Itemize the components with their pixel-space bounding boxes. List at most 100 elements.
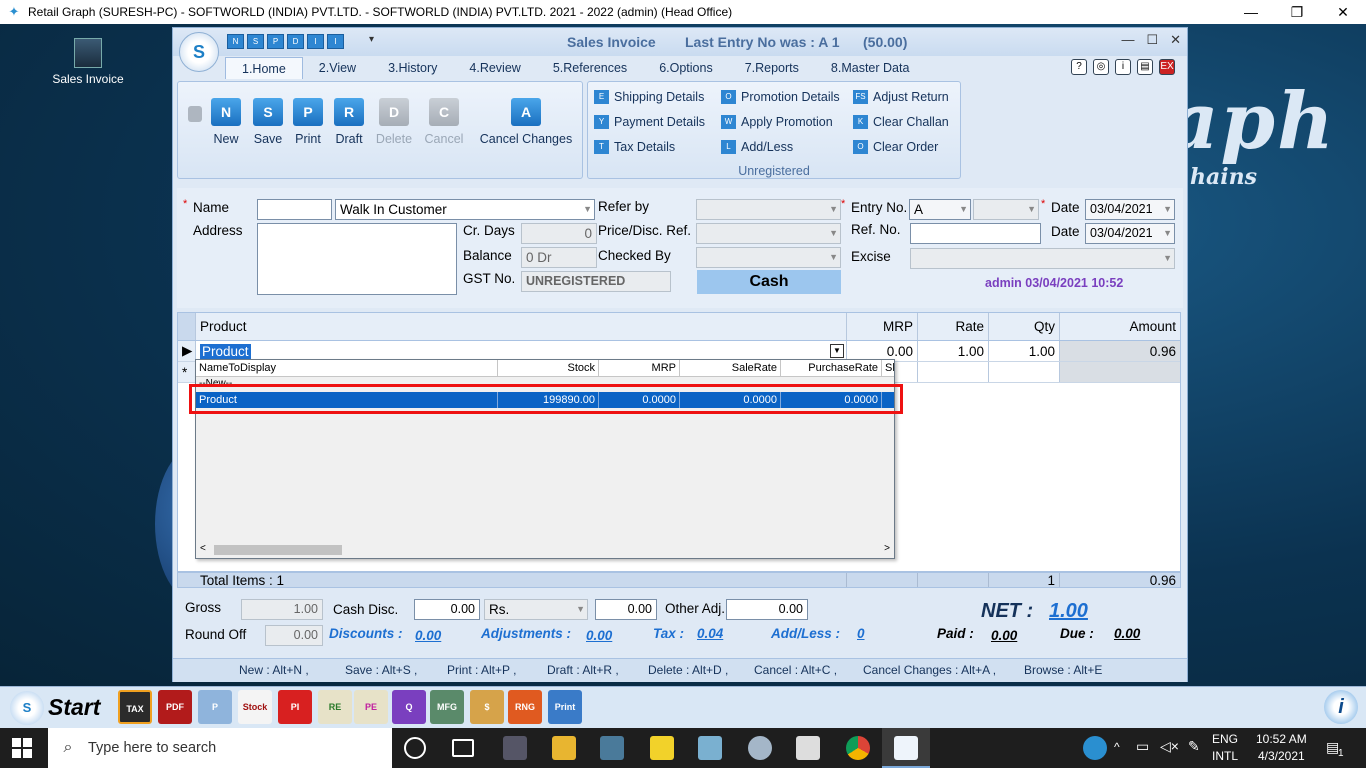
invoice-minimize-button[interactable]: — — [1121, 32, 1134, 48]
volume-muted-icon[interactable]: ◁× — [1160, 738, 1179, 755]
save-button[interactable]: S Save — [250, 98, 286, 146]
printer-tool-icon[interactable]: Print — [548, 690, 582, 724]
clear-order-link[interactable]: O Clear Order — [853, 140, 938, 154]
cancel-changes-button[interactable]: A Cancel Changes — [476, 98, 576, 146]
network-icon[interactable]: ▭ — [1136, 738, 1149, 755]
pe-tool-icon[interactable]: PE — [354, 690, 388, 724]
col-mrp[interactable]: MRP — [847, 313, 918, 340]
invoice-date-field[interactable]: 03/04/2021 ▼ — [1085, 199, 1175, 220]
tab-view[interactable]: 2.View — [303, 57, 372, 79]
product-cell[interactable]: Product ▼ — [196, 341, 847, 361]
tools-app-icon[interactable] — [503, 736, 527, 760]
qa-save-icon[interactable]: S — [247, 34, 264, 49]
chevron-down-icon[interactable]: ▼ — [583, 200, 592, 219]
desktop-shortcut-sales-invoice[interactable]: Sales Invoice — [50, 38, 126, 86]
checked-by-field[interactable]: ▼ — [696, 247, 841, 268]
new-rate-cell[interactable] — [918, 362, 989, 382]
col-rate[interactable]: Rate — [918, 313, 989, 340]
other-adj-field[interactable]: 0.00 — [726, 599, 808, 620]
ref-no-field[interactable] — [910, 223, 1041, 244]
address-field[interactable] — [257, 223, 457, 295]
chevron-down-icon[interactable]: ▼ — [576, 600, 585, 619]
exit-icon[interactable]: EX — [1159, 59, 1175, 75]
adjust-return-link[interactable]: FS Adjust Return — [853, 90, 949, 104]
col-product[interactable]: Product — [196, 313, 847, 340]
refer-by-field[interactable]: ▼ — [696, 199, 841, 220]
cash-disc-percent-field[interactable]: 0.00 — [414, 599, 480, 620]
popup-col-sale-rate[interactable]: SaleRate — [680, 360, 781, 376]
file-explorer-icon[interactable] — [552, 736, 576, 760]
tax-tool-icon[interactable]: TAX — [118, 690, 152, 724]
popup-horizontal-scrollbar[interactable]: < > — [196, 542, 894, 558]
popup-col-sh[interactable]: Sh — [882, 360, 894, 376]
popup-col-purchase-rate[interactable]: PurchaseRate — [781, 360, 882, 376]
excise-field[interactable]: ▼ — [910, 248, 1175, 269]
chevron-down-icon[interactable]: ▼ — [959, 200, 968, 219]
entry-series-field[interactable]: A ▼ — [909, 199, 971, 220]
customer-code-field[interactable] — [257, 199, 332, 220]
chevron-down-icon[interactable]: ▼ — [1163, 200, 1172, 219]
chevron-up-icon[interactable]: ^ — [1114, 740, 1120, 754]
start-logo-icon[interactable]: S — [10, 691, 44, 725]
qa-info-icon[interactable]: I — [307, 34, 324, 49]
purchase-tool-icon[interactable]: P — [198, 690, 232, 724]
help-tray-icon[interactable] — [1083, 736, 1107, 760]
draft-button[interactable]: R Draft — [331, 98, 367, 146]
chat-icon[interactable] — [796, 736, 820, 760]
taskbar-search-box[interactable]: ⌕ Type here to search — [48, 728, 392, 768]
popup-col-name[interactable]: NameToDisplay — [196, 360, 498, 376]
scroll-thumb[interactable] — [214, 545, 342, 555]
calculator-icon[interactable] — [600, 736, 624, 760]
tab-history[interactable]: 3.History — [372, 57, 453, 79]
print-button[interactable]: P Print — [290, 98, 326, 146]
new-button[interactable]: N New — [208, 98, 244, 146]
support-icon[interactable]: ◎ — [1093, 59, 1109, 75]
chevron-down-icon[interactable]: ▼ — [830, 344, 844, 358]
delete-button[interactable]: D Delete — [372, 98, 416, 146]
help-icon[interactable]: ? — [1071, 59, 1087, 75]
entry-number-field[interactable]: ▼ — [973, 199, 1039, 220]
tax-link[interactable]: Tax : — [653, 626, 684, 641]
chevron-down-icon[interactable]: ▼ — [829, 224, 838, 243]
cr-days-field[interactable]: 0 — [521, 223, 597, 244]
chrome-icon[interactable] — [846, 736, 870, 760]
adjustments-link[interactable]: Adjustments : — [481, 626, 571, 641]
manufacturing-tool-icon[interactable]: MFG — [430, 690, 464, 724]
info-icon[interactable]: i — [1115, 59, 1131, 75]
popup-col-stock[interactable]: Stock — [498, 360, 599, 376]
task-view-icon[interactable] — [452, 739, 474, 757]
tab-master-data[interactable]: 8.Master Data — [815, 57, 926, 79]
paint-icon[interactable] — [748, 736, 772, 760]
minimize-button[interactable]: — — [1228, 0, 1274, 24]
discounts-link[interactable]: Discounts : — [329, 626, 403, 641]
language-indicator[interactable]: ENG INTL — [1212, 731, 1238, 765]
qa-customize-icon[interactable]: ▾ — [369, 34, 374, 45]
currency-select[interactable]: Rs. ▼ — [484, 599, 588, 620]
cortana-icon[interactable] — [404, 737, 426, 759]
col-qty[interactable]: Qty — [989, 313, 1060, 340]
start-button[interactable]: Start — [48, 694, 100, 721]
qa-new-icon[interactable]: N — [227, 34, 244, 49]
maximize-button[interactable]: ❐ — [1274, 0, 1320, 24]
tab-review[interactable]: 4.Review — [453, 57, 536, 79]
promotion-details-link[interactable]: O Promotion Details — [721, 90, 840, 104]
tab-references[interactable]: 5.References — [537, 57, 643, 79]
qa-print-icon[interactable]: P — [267, 34, 284, 49]
scroll-left-icon[interactable]: < — [200, 543, 206, 554]
tax-details-link[interactable]: T Tax Details — [594, 140, 675, 154]
ref-date-field[interactable]: 03/04/2021 ▼ — [1085, 223, 1175, 244]
chevron-down-icon[interactable]: ▼ — [1163, 224, 1172, 243]
app-orb-icon[interactable]: S — [179, 32, 219, 72]
pen-icon[interactable]: ✎ — [1188, 738, 1200, 755]
notes-icon[interactable]: ▤ — [1137, 59, 1153, 75]
chevron-down-icon[interactable]: ▼ — [1163, 249, 1172, 268]
chevron-down-icon[interactable]: ▼ — [1027, 200, 1036, 219]
mrp-cell[interactable]: 0.00 — [847, 341, 918, 361]
windows-start-icon[interactable] — [12, 738, 32, 758]
money-tool-icon[interactable]: $ — [470, 690, 504, 724]
clock[interactable]: 10:52 AM 4/3/2021 — [1256, 731, 1307, 765]
chevron-down-icon[interactable]: ▼ — [829, 200, 838, 219]
query-tool-icon[interactable]: Q — [392, 690, 426, 724]
add-less-total-link[interactable]: Add/Less : — [771, 626, 840, 641]
return-tool-icon[interactable]: RE — [318, 690, 352, 724]
